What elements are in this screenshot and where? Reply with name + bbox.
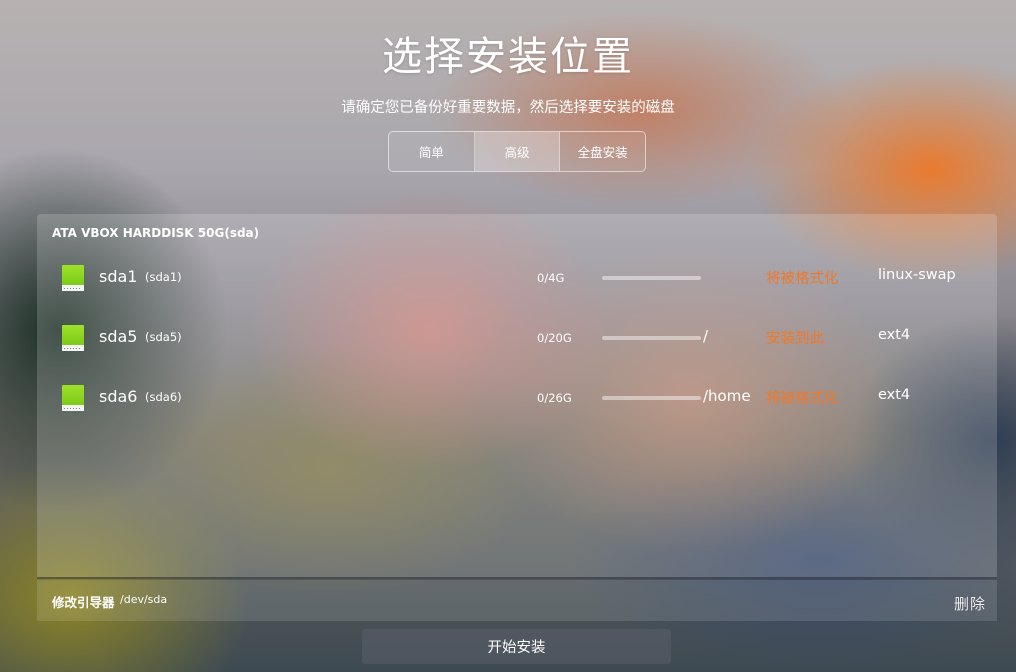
bootloader-label[interactable]: 修改引导器 [52, 592, 115, 611]
partition-status: 安装到此 [766, 331, 824, 347]
partition-label: (sda6) [145, 390, 182, 404]
partition-icon [62, 265, 84, 291]
page-subtitle: 请确定您已备份好重要数据，然后选择要安装的磁盘 [341, 100, 675, 116]
partition-mount: /home [703, 387, 751, 405]
partition-status: 将被格式化 [766, 271, 839, 287]
partition-filesystem: linux-swap [878, 267, 956, 283]
partition-label: (sda1) [145, 270, 182, 284]
tab-advanced[interactable]: 高级 [474, 132, 561, 171]
partition-usage-bar [602, 396, 701, 400]
partition-label: (sda5) [145, 330, 182, 344]
page-title: 选择安装位置 [382, 34, 634, 80]
partition-size: 0/26G [537, 391, 572, 405]
bootloader-bar: 修改引导器 /dev/sda 删除 [37, 580, 997, 621]
bootloader-path[interactable]: /dev/sda [120, 593, 167, 606]
partition-row-sda6[interactable]: sda6 (sda6) 0/26G /home 将被格式化 ext4 [37, 385, 997, 435]
partition-row-sda1[interactable]: sda1 (sda1) 0/4G 将被格式化 linux-swap [37, 265, 997, 315]
start-install-button[interactable]: 开始安装 [362, 629, 671, 664]
partition-name: sda6 [99, 387, 138, 406]
partition-icon [62, 385, 84, 411]
tab-full-disk[interactable]: 全盘安装 [560, 132, 645, 171]
tab-simple[interactable]: 简单 [389, 132, 475, 171]
partition-filesystem: ext4 [878, 327, 911, 343]
delete-button[interactable]: 删除 [954, 593, 986, 614]
partition-size: 0/20G [537, 331, 572, 345]
partition-mount: / [703, 327, 709, 345]
partition-row-sda5[interactable]: sda5 (sda5) 0/20G / 安装到此 ext4 [37, 325, 997, 375]
partition-usage-bar [602, 276, 701, 280]
partition-panel: ATA VBOX HARDDISK 50G(sda) sda1 (sda1) 0… [37, 214, 997, 579]
partition-name: sda5 [99, 327, 138, 346]
partition-status: 将被格式化 [766, 391, 839, 407]
partition-icon [62, 325, 84, 351]
partition-name: sda1 [99, 267, 138, 286]
mode-tabs: 简单 高级 全盘安装 [388, 131, 646, 172]
partition-filesystem: ext4 [878, 387, 911, 403]
disk-name: ATA VBOX HARDDISK 50G(sda) [52, 226, 260, 240]
partition-usage-bar [602, 336, 701, 340]
partition-size: 0/4G [537, 271, 565, 285]
